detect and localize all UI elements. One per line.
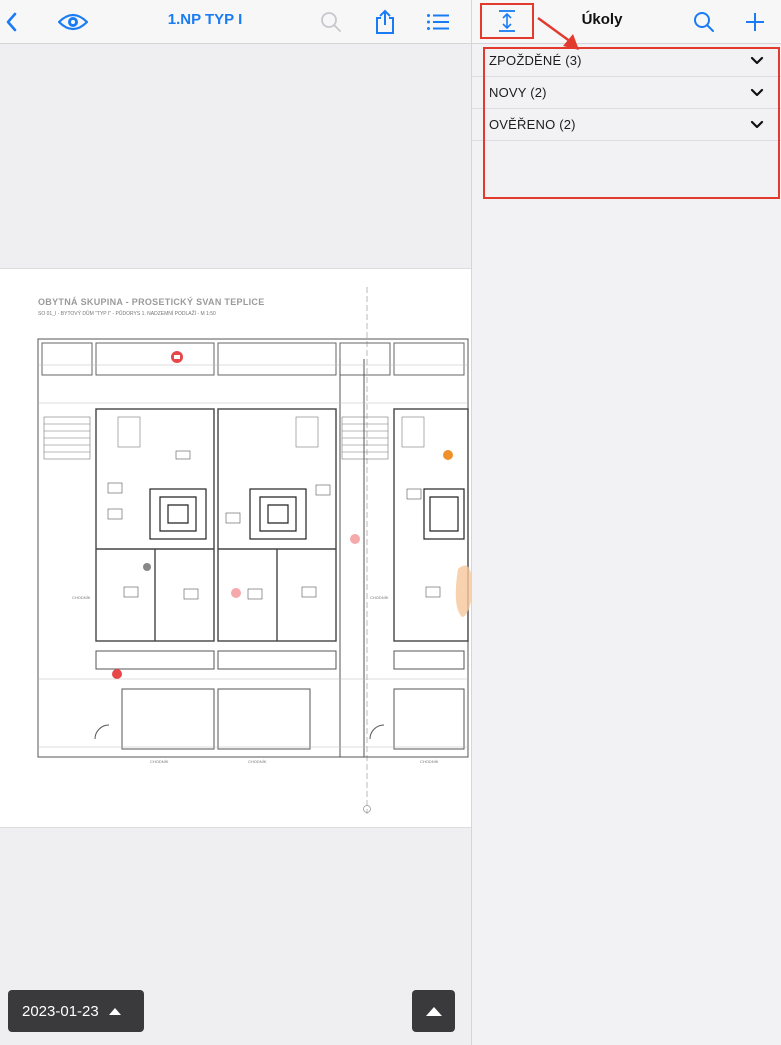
task-group-label: ZPOŽDĚNÉ (3) xyxy=(489,53,582,68)
svg-text:CHODNÍK: CHODNÍK xyxy=(370,595,389,600)
back-chevron-icon xyxy=(6,12,17,32)
annotation-arrow xyxy=(537,17,579,50)
caret-up-icon xyxy=(108,1007,121,1015)
search-icon xyxy=(694,12,714,32)
visibility-button[interactable] xyxy=(56,0,90,44)
document-title[interactable]: 1.NP TYP I xyxy=(150,0,260,44)
tasks-search-button[interactable] xyxy=(690,0,718,44)
add-task-button[interactable] xyxy=(742,0,768,44)
search-button-disabled[interactable] xyxy=(318,0,344,44)
collapse-expand-button[interactable] xyxy=(480,3,534,39)
triangle-up-icon xyxy=(425,1006,442,1016)
task-group-list: ZPOŽDĚNÉ (3) NOVY (2) OVĚŘENO (2) xyxy=(472,45,781,141)
share-icon xyxy=(376,9,394,34)
date-selector[interactable]: 2023-01-23 xyxy=(8,990,144,1032)
plus-icon xyxy=(746,13,764,31)
list-icon xyxy=(427,14,449,30)
drawing-pane: 1.NP TYP I OBYTNÁ SKUPINA - PROSETICKÝ S… xyxy=(0,0,471,1045)
floor-plan: CHODNÍK CHODNÍK CHODNÍK CHODNÍK CHODNÍK xyxy=(37,287,471,814)
task-pin-orange xyxy=(443,450,453,460)
task-pin-red xyxy=(112,669,122,679)
svg-text:CHODNÍK: CHODNÍK xyxy=(72,595,91,600)
chevron-down-icon xyxy=(750,120,764,128)
svg-text:CHODNÍK: CHODNÍK xyxy=(420,759,439,764)
share-button[interactable] xyxy=(372,0,398,44)
list-button[interactable] xyxy=(424,0,452,44)
task-group-label: OVĚŘENO (2) xyxy=(489,117,576,132)
eye-icon xyxy=(58,13,88,31)
task-group-label: NOVY (2) xyxy=(489,85,547,100)
date-label: 2023-01-23 xyxy=(22,1002,99,1020)
svg-text:CHODNÍK: CHODNÍK xyxy=(150,759,169,764)
chevron-down-icon xyxy=(750,56,764,64)
drawing-toolbar: 1.NP TYP I xyxy=(0,0,471,44)
svg-text:CHODNÍK: CHODNÍK xyxy=(248,759,267,764)
expand-up-button[interactable] xyxy=(412,990,455,1032)
collapse-expand-icon xyxy=(499,10,515,32)
app: 1.NP TYP I OBYTNÁ SKUPINA - PROSETICKÝ S… xyxy=(0,0,781,1045)
task-group-verified[interactable]: OVĚŘENO (2) xyxy=(472,109,781,141)
chevron-down-icon xyxy=(750,88,764,96)
back-button[interactable] xyxy=(0,0,22,44)
task-pin-person xyxy=(143,563,151,571)
drawing-sheet[interactable]: OBYTNÁ SKUPINA - PROSETICKÝ SVAN TEPLICE… xyxy=(0,268,471,828)
tasks-pane: Úkoly ZPOŽDĚNÉ (3) NOVY (2) OVĚŘENO (2) xyxy=(471,0,781,1045)
tasks-toolbar: Úkoly xyxy=(472,0,781,44)
task-pin-faded-1 xyxy=(350,534,360,544)
search-icon xyxy=(321,12,341,32)
task-group-new[interactable]: NOVY (2) xyxy=(472,77,781,109)
task-pin-faded-2 xyxy=(231,588,241,598)
task-group-delayed[interactable]: ZPOŽDĚNÉ (3) xyxy=(472,45,781,77)
